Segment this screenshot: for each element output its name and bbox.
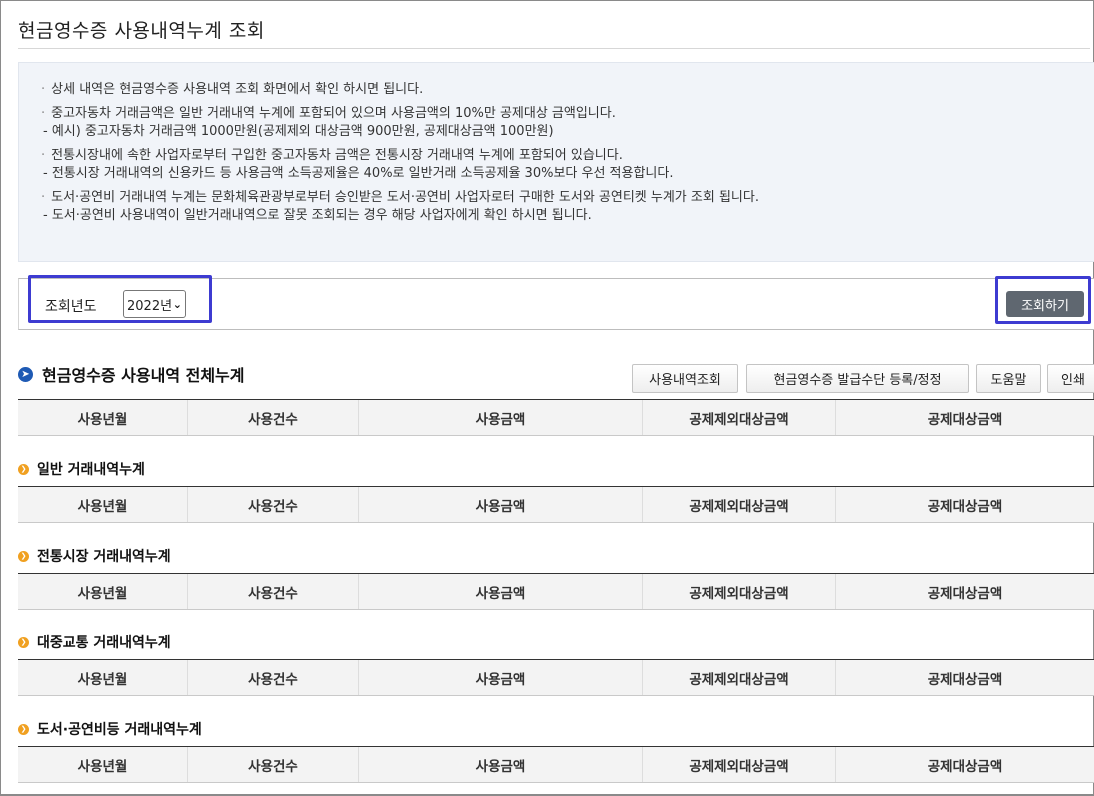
register-method-button[interactable]: 현금영수증 발급수단 등록/정정 xyxy=(746,364,969,393)
traditional-market-table-header: 사용년월 사용건수 사용금액 공제제외대상금액 공제대상금액 xyxy=(18,573,1094,610)
general-table-header: 사용년월 사용건수 사용금액 공제제외대상금액 공제대상금액 xyxy=(18,486,1094,523)
column-header: 사용년월 xyxy=(18,747,188,782)
section-title: 도서·공연비등 거래내역누계 xyxy=(37,722,202,738)
column-header: 공제제외대상금액 xyxy=(643,747,836,782)
section-heading-public-transit: ❯ 대중교통 거래내역누계 xyxy=(18,632,171,652)
column-header: 공제제외대상금액 xyxy=(643,400,836,435)
notice-subtext: - 예시) 중고자동차 거래금액 1000만원(공제제외 대상금액 900만원,… xyxy=(43,124,554,139)
column-header: 사용금액 xyxy=(359,574,643,609)
print-button[interactable]: 인쇄 xyxy=(1047,364,1094,393)
notice-text: 상세 내역은 현금영수증 사용내역 조회 화면에서 확인 하시면 됩니다. xyxy=(41,81,1094,99)
column-header: 사용년월 xyxy=(18,400,188,435)
notice-box: 상세 내역은 현금영수증 사용내역 조회 화면에서 확인 하시면 됩니다. 중고… xyxy=(18,62,1094,262)
notice-subtext: - 전통시장 거래내역의 신용카드 등 사용금액 소득공제율은 40%로 일반거… xyxy=(43,166,674,181)
chevron-right-icon: ❯ xyxy=(18,723,29,735)
column-header: 공제제외대상금액 xyxy=(643,574,836,609)
notice-text: 도서·공연비 거래내역 누계는 문화체육관광부로부터 승인받은 도서·공연비 사… xyxy=(41,189,1094,207)
column-header: 사용년월 xyxy=(18,660,188,695)
search-button-highlight-box xyxy=(995,276,1091,324)
notice-item: 중고자동차 거래금액은 일반 거래내역 누계에 포함되어 있으며 사용금액의 1… xyxy=(41,105,1094,141)
section-title: 전통시장 거래내역누계 xyxy=(37,549,171,565)
notice-item: 전통시장내에 속한 사업자로부터 구입한 중고자동차 금액은 전통시장 거래내역… xyxy=(41,147,1094,183)
chevron-right-icon: ❯ xyxy=(18,636,29,648)
notice-text: 중고자동차 거래금액은 일반 거래내역 누계에 포함되어 있으며 사용금액의 1… xyxy=(41,105,1094,123)
column-header: 사용금액 xyxy=(359,487,643,522)
column-header: 공제대상금액 xyxy=(927,585,1003,602)
column-header: 사용건수 xyxy=(188,574,359,609)
section-heading-general: ❯ 일반 거래내역누계 xyxy=(18,459,145,479)
summary-table-header: 사용년월 사용건수 사용금액 공제제외대상금액 공제대상금액 xyxy=(18,399,1094,436)
usage-lookup-button[interactable]: 사용내역조회 xyxy=(632,364,738,393)
column-header: 사용건수 xyxy=(188,747,359,782)
column-header: 공제제외대상금액 xyxy=(643,487,836,522)
column-header: 사용건수 xyxy=(188,487,359,522)
section-title: 대중교통 거래내역누계 xyxy=(37,635,171,651)
column-header: 사용금액 xyxy=(359,660,643,695)
notice-text: 전통시장내에 속한 사업자로부터 구입한 중고자동차 금액은 전통시장 거래내역… xyxy=(41,147,1094,165)
column-header: 사용년월 xyxy=(18,487,188,522)
section-heading-books-performances: ❯ 도서·공연비등 거래내역누계 xyxy=(18,719,202,739)
books-performances-table-header: 사용년월 사용건수 사용금액 공제제외대상금액 공제대상금액 xyxy=(18,746,1094,783)
column-header: 공제대상금액 xyxy=(927,411,1003,428)
summary-title: 현금영수증 사용내역 전체누계 xyxy=(42,366,245,385)
column-header: 공제대상금액 xyxy=(927,758,1003,775)
column-header: 사용금액 xyxy=(359,400,643,435)
public-transit-table-header: 사용년월 사용건수 사용금액 공제제외대상금액 공제대상금액 xyxy=(18,659,1094,696)
section-heading-traditional-market: ❯ 전통시장 거래내역누계 xyxy=(18,546,171,566)
summary-heading: ➤ 현금영수증 사용내역 전체누계 xyxy=(18,362,245,386)
section-title: 일반 거래내역누계 xyxy=(37,462,145,478)
column-header: 사용년월 xyxy=(18,574,188,609)
column-header: 사용금액 xyxy=(359,747,643,782)
help-button[interactable]: 도움말 xyxy=(976,364,1041,393)
arrow-right-icon: ➤ xyxy=(18,366,33,382)
title-divider xyxy=(18,48,1090,49)
column-header: 공제제외대상금액 xyxy=(643,660,836,695)
notice-item: 도서·공연비 거래내역 누계는 문화체육관광부로부터 승인받은 도서·공연비 사… xyxy=(41,189,1094,225)
chevron-right-icon: ❯ xyxy=(18,550,29,562)
notice-subtext: - 도서·공연비 사용내역이 일반거래내역으로 잘못 조회되는 경우 해당 사업… xyxy=(43,208,592,223)
column-header: 사용건수 xyxy=(188,400,359,435)
chevron-right-icon: ❯ xyxy=(18,463,29,475)
page-title: 현금영수증 사용내역누계 조회 xyxy=(18,20,265,42)
column-header: 공제대상금액 xyxy=(927,498,1003,515)
notice-item: 상세 내역은 현금영수증 사용내역 조회 화면에서 확인 하시면 됩니다. xyxy=(41,81,1094,99)
column-header: 공제대상금액 xyxy=(927,671,1003,688)
year-highlight-box xyxy=(28,275,212,323)
column-header: 사용건수 xyxy=(188,660,359,695)
